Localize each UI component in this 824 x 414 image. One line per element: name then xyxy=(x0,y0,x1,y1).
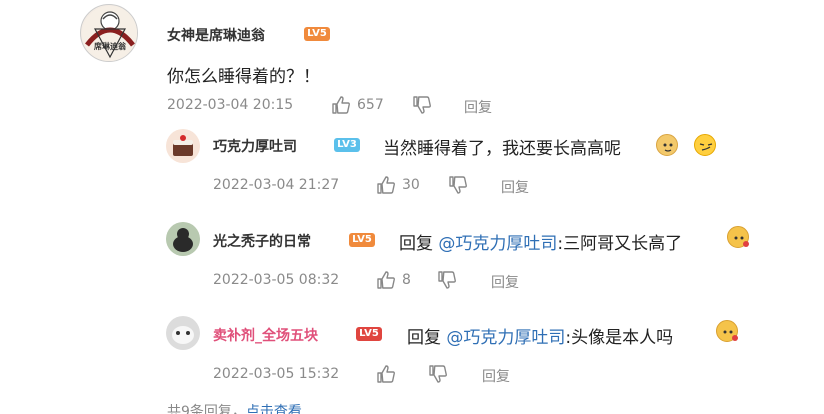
reply-timestamp: 2022-03-04 21:27 xyxy=(213,177,340,193)
reply-button[interactable]: 回复 xyxy=(482,366,510,386)
thumbs-down-icon[interactable] xyxy=(428,364,448,384)
reply-username[interactable]: 巧克力厚吐司 xyxy=(213,136,297,156)
like-count: 657 xyxy=(357,97,384,113)
like-count: 30 xyxy=(402,177,420,193)
reply-body: :三阿哥又长高了 xyxy=(557,234,683,254)
mention-link[interactable]: @巧克力厚吐司 xyxy=(446,328,565,348)
reply-username[interactable]: 卖补剂_全场五块 xyxy=(213,325,318,345)
reply-button[interactable]: 回复 xyxy=(501,177,529,197)
avatar-illustration xyxy=(82,6,137,61)
reply-text: 当然睡得着了，我还要长高高呢 xyxy=(383,139,621,159)
thumbs-down-icon[interactable] xyxy=(448,175,468,195)
reply-count-text: 共9条回复， xyxy=(167,404,246,414)
comment-text: 你怎么睡得着的？！ xyxy=(167,67,320,87)
thumbs-down-icon[interactable] xyxy=(412,95,432,115)
thumbs-up-icon[interactable] xyxy=(376,364,396,384)
reply-timestamp: 2022-03-05 08:32 xyxy=(213,272,340,288)
reply-body: :头像是本人吗 xyxy=(565,328,674,348)
cake-avatar-icon xyxy=(166,129,200,163)
reply-button[interactable]: 回复 xyxy=(491,272,519,292)
doge-emoji-icon xyxy=(656,134,678,156)
reply-timestamp: 2022-03-05 15:32 xyxy=(213,366,340,382)
avatar[interactable] xyxy=(166,129,200,163)
mention-link[interactable]: @巧克力厚吐司 xyxy=(438,234,557,254)
cat-avatar-icon xyxy=(166,222,200,256)
level-badge: LV5 xyxy=(304,27,330,41)
avatar[interactable]: 席琳迪翁 xyxy=(80,4,138,62)
avatar[interactable] xyxy=(166,222,200,256)
thumbs-up-icon[interactable] xyxy=(376,270,396,290)
cat-emoji-icon xyxy=(727,226,749,248)
avatar[interactable] xyxy=(166,316,200,350)
thumbs-up-icon[interactable] xyxy=(331,95,351,115)
comment-timestamp: 2022-03-04 20:15 xyxy=(167,97,294,113)
comment-username[interactable]: 女神是席琳迪翁 xyxy=(167,25,265,45)
like-count: 8 xyxy=(402,272,411,288)
level-badge: LV5 xyxy=(356,327,382,341)
reply-text: 回复 @巧克力厚吐司:头像是本人吗 xyxy=(407,323,673,348)
level-badge: LV5 xyxy=(349,233,375,247)
reply-prefix: 回复 xyxy=(407,328,441,348)
kitten-avatar-icon xyxy=(166,316,200,350)
cat-emoji-icon xyxy=(716,320,738,342)
level-badge: LV3 xyxy=(334,138,360,152)
reply-button[interactable]: 回复 xyxy=(464,97,492,117)
reply-text: 回复 @巧克力厚吐司:三阿哥又长高了 xyxy=(399,229,682,254)
view-all-link[interactable]: 点击查看 xyxy=(246,404,302,414)
reply-count-footer: 共9条回复，点击查看 xyxy=(167,401,302,414)
avatar-text: 席琳迪翁 xyxy=(94,42,126,51)
reply-prefix: 回复 xyxy=(399,234,433,254)
smirk-emoji-icon xyxy=(694,134,716,156)
reply-username[interactable]: 光之秃子的日常 xyxy=(213,231,311,251)
thumbs-down-icon[interactable] xyxy=(437,270,457,290)
thumbs-up-icon[interactable] xyxy=(376,175,396,195)
